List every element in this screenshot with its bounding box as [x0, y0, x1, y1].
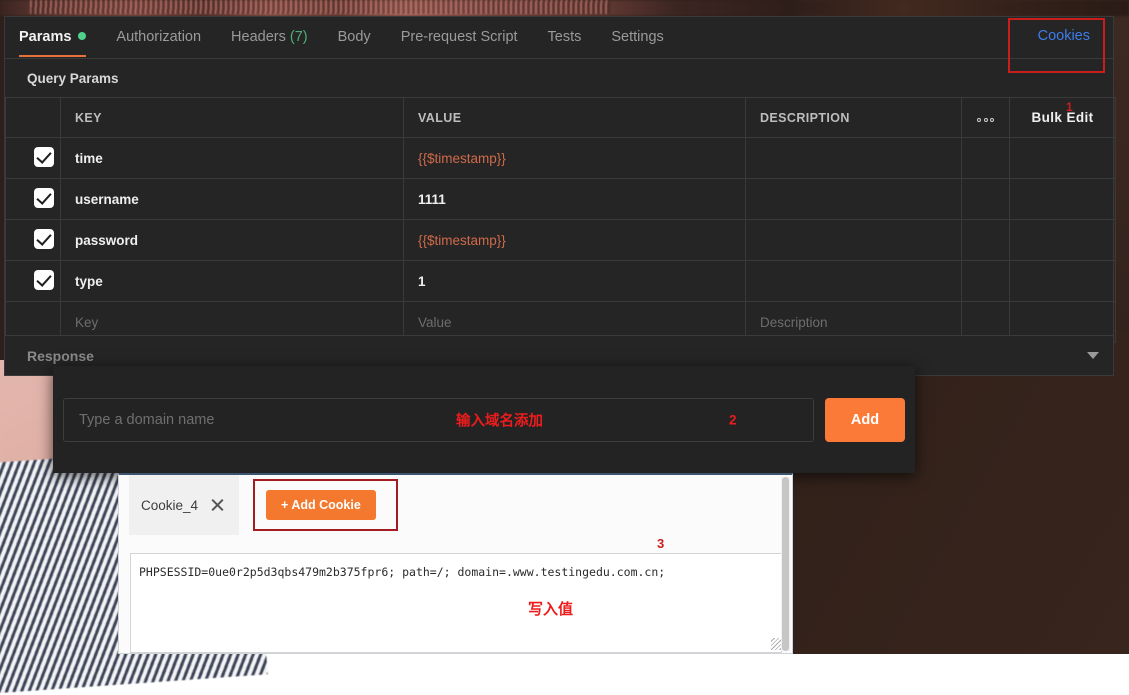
row-checkbox[interactable] — [34, 147, 54, 167]
chevron-down-icon[interactable] — [1087, 352, 1099, 359]
tab-tests[interactable]: Tests — [548, 18, 582, 57]
response-label: Response — [27, 348, 94, 364]
tab-tests-label: Tests — [548, 29, 582, 45]
row-checkbox-cell[interactable] — [6, 138, 61, 179]
row-spacer-bulk — [1010, 261, 1116, 302]
table-row: password {{$timestamp}} — [6, 220, 1116, 261]
annotation-marker-3: 3 — [657, 536, 664, 551]
row-description[interactable] — [746, 220, 962, 261]
cookie-tab-label: Cookie_4 — [141, 498, 198, 513]
row-key[interactable]: type — [61, 261, 404, 302]
table-row: type 1 — [6, 261, 1116, 302]
header-bulk-edit[interactable]: Bulk Edit 1 — [1010, 98, 1116, 138]
row-value[interactable]: {{$timestamp}} — [404, 138, 746, 179]
row-spacer-bulk — [1010, 179, 1116, 220]
tab-params[interactable]: Params — [19, 18, 86, 57]
add-cookie-button[interactable]: + Add Cookie — [266, 490, 376, 520]
row-value[interactable]: {{$timestamp}} — [404, 220, 746, 261]
row-spacer-bulk — [1010, 138, 1116, 179]
add-domain-modal: Type a domain name 输入域名添加 2 Add — [53, 366, 915, 473]
domain-name-input[interactable]: Type a domain name 输入域名添加 2 — [63, 398, 814, 442]
annotation-marker-1: 1 — [1066, 100, 1073, 114]
tab-authorization-label: Authorization — [116, 29, 201, 45]
cookie-panel-scrollbar-thumb[interactable] — [782, 477, 789, 651]
annotation-box-add-cookie: + Add Cookie — [253, 479, 398, 531]
header-description: DESCRIPTION — [746, 98, 962, 138]
row-key[interactable]: password — [61, 220, 404, 261]
tab-settings[interactable]: Settings — [611, 18, 663, 57]
table-header-row: KEY VALUE DESCRIPTION Bulk Edit 1 — [6, 98, 1116, 138]
row-description[interactable] — [746, 138, 962, 179]
header-more-options[interactable] — [962, 98, 1010, 138]
row-spacer-dots — [962, 220, 1010, 261]
row-value[interactable]: 1111 — [404, 179, 746, 220]
row-description[interactable] — [746, 261, 962, 302]
add-domain-row: Type a domain name 输入域名添加 2 Add — [63, 398, 905, 442]
header-value: VALUE — [404, 98, 746, 138]
tab-pre-request-script-label: Pre-request Script — [401, 29, 518, 45]
tab-headers[interactable]: Headers (7) — [231, 18, 308, 57]
row-key[interactable]: username — [61, 179, 404, 220]
tab-pre-request-script[interactable]: Pre-request Script — [401, 18, 518, 57]
close-icon[interactable] — [210, 498, 225, 513]
cookie-editor-panel: Cookie_4 + Add Cookie — [118, 473, 793, 654]
request-editor-window: Params Authorization Headers (7) Body Pr… — [4, 16, 1114, 376]
cookie-tab-cookie-4[interactable]: Cookie_4 — [129, 475, 239, 535]
add-domain-button[interactable]: Add — [825, 398, 905, 442]
cookie-tab-row: Cookie_4 + Add Cookie — [119, 475, 792, 535]
row-checkbox-cell[interactable] — [6, 220, 61, 261]
domain-input-placeholder: Type a domain name — [79, 412, 214, 428]
more-options-icon — [977, 118, 994, 122]
bulk-edit-label: Bulk Edit — [1031, 110, 1093, 125]
row-checkbox[interactable] — [34, 229, 54, 249]
tab-body[interactable]: Body — [338, 18, 371, 57]
row-spacer-dots — [962, 138, 1010, 179]
annotation-marker-2: 2 — [729, 413, 737, 428]
row-description[interactable] — [746, 179, 962, 220]
row-spacer-bulk — [1010, 220, 1116, 261]
params-status-dot — [78, 32, 86, 40]
query-params-title: Query Params — [5, 59, 1113, 97]
table-body: time {{$timestamp}} username 1111 passwo… — [6, 138, 1116, 343]
header-checkbox-col — [6, 98, 61, 138]
background-top-streaks — [30, 0, 610, 14]
row-spacer-dots — [962, 261, 1010, 302]
row-checkbox-cell[interactable] — [6, 261, 61, 302]
row-value[interactable]: 1 — [404, 261, 746, 302]
row-key[interactable]: time — [61, 138, 404, 179]
table-row: time {{$timestamp}} — [6, 138, 1116, 179]
tab-authorization[interactable]: Authorization — [116, 18, 201, 57]
table-row: username 1111 — [6, 179, 1116, 220]
annotation-write-value: 写入值 — [528, 598, 573, 619]
headers-count-badge: (7) — [290, 29, 308, 45]
tab-headers-label: Headers — [231, 29, 286, 45]
cookies-link[interactable]: Cookies — [1038, 28, 1090, 44]
row-checkbox[interactable] — [34, 270, 54, 290]
request-tabs: Params Authorization Headers (7) Body Pr… — [5, 17, 1113, 59]
query-params-table: KEY VALUE DESCRIPTION Bulk Edit 1 time {… — [5, 97, 1116, 343]
cookie-value-textarea[interactable] — [130, 553, 782, 653]
tab-body-label: Body — [338, 29, 371, 45]
tab-params-label: Params — [19, 29, 71, 45]
annotation-enter-domain: 输入域名添加 — [456, 410, 543, 431]
row-checkbox-cell[interactable] — [6, 179, 61, 220]
cookie-panel-scrollbar[interactable] — [781, 477, 790, 651]
header-key: KEY — [61, 98, 404, 138]
row-spacer-dots — [962, 179, 1010, 220]
row-checkbox[interactable] — [34, 188, 54, 208]
tab-settings-label: Settings — [611, 29, 663, 45]
